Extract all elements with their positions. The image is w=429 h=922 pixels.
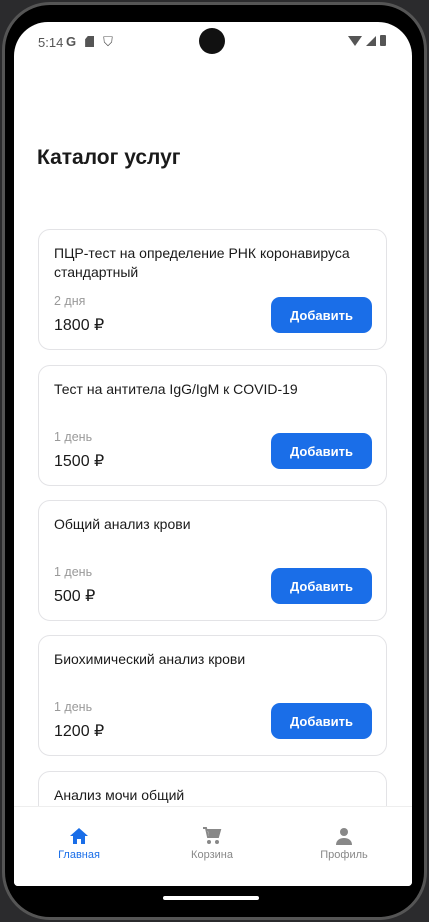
- screen: 5:14 G ⛉ Каталог услуг ПЦР-тест на опред…: [14, 22, 412, 886]
- add-button[interactable]: Добавить: [271, 568, 372, 604]
- service-price: 500 ₽: [54, 588, 96, 605]
- add-button[interactable]: Добавить: [271, 703, 372, 739]
- cart-icon: [203, 827, 222, 844]
- nav-cart[interactable]: Корзина: [157, 827, 267, 861]
- add-button[interactable]: Добавить: [271, 297, 372, 333]
- battery-icon: [380, 35, 386, 46]
- sd-card-icon: [85, 36, 95, 47]
- service-card: Тест на антитела IgG/IgM к COVID-19 1 де…: [38, 365, 387, 486]
- status-time: 5:14: [38, 35, 64, 50]
- service-duration: 1 день: [54, 430, 93, 444]
- service-duration: 1 день: [54, 565, 93, 579]
- service-title: Анализ мочи общий: [54, 787, 185, 803]
- bottom-nav: Главная Корзина Профиль: [14, 806, 412, 886]
- service-title: Общий анализ крови: [54, 516, 191, 532]
- nav-home[interactable]: Главная: [24, 827, 134, 861]
- nav-label: Корзина: [191, 849, 233, 861]
- service-title: Биохимический анализ крови: [54, 651, 246, 667]
- nav-label: Профиль: [320, 849, 368, 861]
- person-icon: [336, 828, 352, 845]
- nav-profile[interactable]: Профиль: [289, 827, 399, 861]
- status-bar: 5:14 G ⛉: [14, 22, 412, 62]
- shield-icon: ⛉: [103, 34, 113, 49]
- service-title: Тест на антитела IgG/IgM к COVID-19: [54, 381, 298, 397]
- wifi-icon: [348, 35, 362, 46]
- service-duration: 2 дня: [54, 294, 86, 308]
- nav-label: Главная: [58, 849, 100, 861]
- service-price: 1500 ₽: [54, 453, 105, 470]
- service-title: ПЦР-тест на определение РНК коронавируса…: [54, 245, 350, 280]
- service-card: Биохимический анализ крови 1 день 1200 ₽…: [38, 635, 387, 756]
- signal-icon: [366, 35, 376, 46]
- service-duration: 1 день: [54, 700, 93, 714]
- add-button[interactable]: Добавить: [271, 433, 372, 469]
- google-icon: G: [66, 34, 77, 49]
- page-title: Каталог услуг: [37, 146, 181, 169]
- service-price: 1800 ₽: [54, 317, 105, 334]
- camera-cutout: [199, 28, 225, 54]
- service-card: ПЦР-тест на определение РНК коронавируса…: [38, 229, 387, 350]
- home-icon: [70, 828, 88, 844]
- service-card: Общий анализ крови 1 день 500 ₽ Добавить: [38, 500, 387, 621]
- service-price: 1200 ₽: [54, 723, 105, 740]
- home-indicator[interactable]: [163, 896, 259, 900]
